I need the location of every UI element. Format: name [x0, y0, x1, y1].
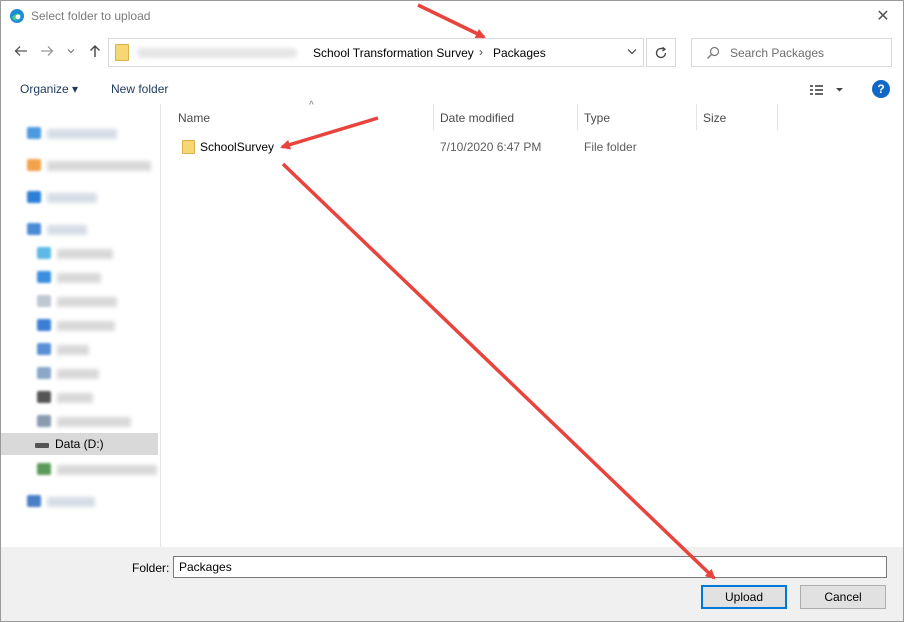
close-icon: ✕ [876, 8, 890, 25]
star-icon [27, 127, 41, 139]
nav-item-onedrive[interactable] [1, 186, 158, 208]
chevron-down-icon [67, 49, 75, 54]
nav-item-documents[interactable] [1, 290, 158, 312]
nav-item-data-drive[interactable]: Data (D:) [1, 433, 158, 455]
folder-field-label: Folder: [132, 561, 170, 575]
drive-icon [35, 443, 49, 448]
column-size-label: Size [703, 111, 727, 125]
nav-item-music[interactable] [1, 338, 158, 360]
nav-item-local-disk[interactable] [1, 410, 158, 432]
nav-item-quick-access[interactable] [1, 122, 158, 144]
blurred-path [137, 48, 297, 58]
refresh-icon [655, 46, 667, 58]
help-button[interactable]: ? [872, 80, 890, 98]
back-button[interactable] [10, 40, 32, 62]
nav-item-videos[interactable] [1, 386, 158, 408]
nav-item-label [47, 129, 117, 139]
nav-item-pictures[interactable] [1, 362, 158, 384]
file-row[interactable]: SchoolSurvey 7/10/2020 6:47 PM File fold… [172, 136, 772, 158]
video-icon [37, 391, 51, 403]
cube-icon [37, 247, 51, 259]
command-toolbar: Organize ▾ New folder ? [1, 75, 903, 103]
breadcrumb-survey[interactable]: School Transformation Survey [313, 46, 474, 60]
change-view-button[interactable] [809, 82, 847, 98]
nav-item-label [57, 297, 117, 307]
address-bar[interactable]: School Transformation Survey › Packages [108, 38, 644, 67]
nav-item-label [47, 193, 97, 203]
folder-icon [182, 140, 195, 154]
forward-button[interactable] [36, 40, 58, 62]
nav-item-network[interactable] [1, 490, 158, 512]
recent-locations-button[interactable] [63, 40, 79, 62]
nav-item-label [57, 417, 131, 427]
nav-item-label [47, 161, 151, 171]
picture-icon [37, 367, 51, 379]
details-view-icon [810, 85, 843, 95]
column-header-size[interactable]: Size [697, 104, 778, 130]
network-icon [27, 495, 41, 507]
nav-item-label [47, 497, 95, 507]
title-bar: Select folder to upload ✕ [1, 1, 903, 31]
nav-item-data-drive-label: Data (D:) [55, 437, 104, 451]
search-box[interactable] [691, 38, 892, 67]
nav-item-label [57, 465, 157, 475]
folder-icon [115, 44, 129, 61]
file-date-modified: 7/10/2020 6:47 PM [440, 140, 542, 154]
file-type: File folder [584, 140, 637, 154]
back-arrow-icon [14, 46, 27, 56]
nav-item-this-pc[interactable] [1, 218, 158, 240]
file-name: SchoolSurvey [200, 140, 275, 154]
up-arrow-icon [90, 45, 100, 57]
nav-item-label [57, 393, 93, 403]
close-button[interactable]: ✕ [863, 1, 903, 31]
window-title: Select folder to upload [31, 9, 151, 23]
file-dialog: Select folder to upload ✕ School Transfo… [0, 0, 904, 622]
upload-button[interactable]: Upload [701, 585, 787, 609]
sort-ascending-icon: ^ [309, 100, 314, 111]
new-folder-button[interactable]: New folder [111, 82, 168, 96]
search-input[interactable] [730, 39, 890, 66]
nav-item-label [57, 345, 89, 355]
cloud-folder-icon [27, 159, 41, 171]
nav-item-label [57, 321, 115, 331]
organize-menu[interactable]: Organize ▾ [20, 82, 78, 96]
navigation-pane: Data (D:) [1, 104, 161, 547]
music-icon [37, 343, 51, 355]
desktop-icon [37, 271, 51, 283]
folder-name-field[interactable] [173, 556, 887, 578]
column-header-name[interactable]: ^ Name [172, 100, 434, 130]
column-name-label: Name [178, 111, 211, 125]
nav-item-label [57, 369, 99, 379]
column-header-date-modified[interactable]: Date modified [434, 104, 578, 130]
nav-item-downloads[interactable] [1, 314, 158, 336]
network-drive-icon [37, 463, 51, 475]
column-header-type[interactable]: Type [578, 104, 697, 130]
nav-item-label [57, 273, 101, 283]
breadcrumb-separator-icon: › [479, 45, 483, 59]
download-icon [37, 319, 51, 331]
browser-app-icon [10, 9, 24, 23]
breadcrumb-packages[interactable]: Packages [493, 46, 546, 60]
nav-item-desktop[interactable] [1, 266, 158, 288]
nav-item-3d-objects[interactable] [1, 242, 158, 264]
nav-item-creative-cloud[interactable] [1, 154, 158, 176]
column-type-label: Type [584, 111, 611, 125]
refresh-button[interactable] [646, 38, 676, 67]
address-dropdown-icon[interactable] [627, 44, 637, 58]
dialog-footer: Folder: Upload Cancel [1, 547, 903, 621]
cancel-button[interactable]: Cancel [800, 585, 886, 609]
column-date-label: Date modified [440, 111, 515, 125]
disk-icon [37, 415, 51, 427]
document-icon [37, 295, 51, 307]
computer-icon [27, 223, 41, 235]
cloud-icon [27, 191, 41, 203]
nav-item-network-drive[interactable] [1, 458, 158, 480]
forward-arrow-icon [41, 46, 54, 56]
search-icon [707, 46, 720, 59]
file-list: ^ Name Date modified Type Size SchoolSur… [162, 100, 902, 547]
navigation-bar: School Transformation Survey › Packages [1, 36, 903, 68]
nav-item-label [47, 225, 87, 235]
nav-item-label [57, 249, 113, 259]
up-button[interactable] [84, 40, 106, 62]
